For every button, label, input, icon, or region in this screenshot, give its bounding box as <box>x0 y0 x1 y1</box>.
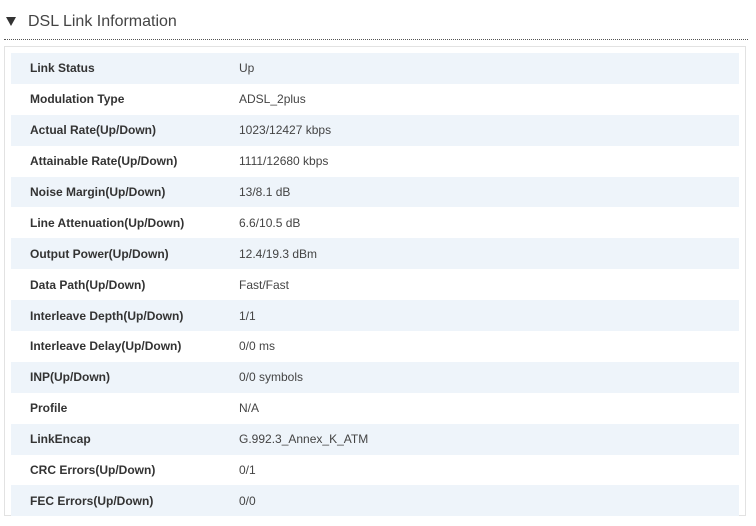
collapse-triangle-icon[interactable] <box>6 17 16 26</box>
table-row-attainable-rate: Attainable Rate(Up/Down) 1111/12680 kbps <box>11 145 739 177</box>
row-label: Profile <box>30 401 68 416</box>
row-value: N/A <box>239 401 260 416</box>
row-value: Fast/Fast <box>239 277 290 292</box>
row-label: FEC Errors(Up/Down) <box>30 493 154 508</box>
dsl-info-table: Link Status Up Modulation Type ADSL_2plu… <box>11 53 739 517</box>
row-value: 0/0 symbols <box>239 370 304 385</box>
table-row-fec-errors: FEC Errors(Up/Down) 0/0 <box>11 485 739 517</box>
row-value: 0/1 <box>239 463 256 478</box>
table-row-link-status: Link Status Up <box>11 53 739 84</box>
table-row-profile: Profile N/A <box>11 392 739 424</box>
row-label: Line Attenuation(Up/Down) <box>30 215 185 230</box>
table-row-line-attenuation: Line Attenuation(Up/Down) 6.6/10.5 dB <box>11 207 739 239</box>
row-value: 1/1 <box>239 308 256 323</box>
row-label: Noise Margin(Up/Down) <box>30 185 166 199</box>
table-row-interleave-delay: Interleave Delay(Up/Down) 0/0 ms <box>11 331 739 362</box>
row-label: INP(Up/Down) <box>30 370 110 385</box>
row-value: 0/0 ms <box>239 339 276 354</box>
row-label: Attainable Rate(Up/Down) <box>30 154 178 169</box>
section-header-dsl-link-info[interactable]: DSL Link Information <box>4 0 748 40</box>
row-value: 1023/12427 kbps <box>239 123 332 138</box>
row-label: Data Path(Up/Down) <box>30 277 146 292</box>
row-label: LinkEncap <box>30 432 91 447</box>
table-row-link-encap: LinkEncap G.992.3_Annex_K_ATM <box>11 423 739 455</box>
table-row-actual-rate: Actual Rate(Up/Down) 1023/12427 kbps <box>11 114 739 146</box>
row-label: Interleave Depth(Up/Down) <box>30 308 184 323</box>
table-row-inp: INP(Up/Down) 0/0 symbols <box>11 361 739 393</box>
row-value: 1111/12680 kbps <box>239 154 329 169</box>
table-row-noise-margin: Noise Margin(Up/Down) 13/8.1 dB <box>11 176 739 208</box>
row-value: 12.4/19.3 dBm <box>239 246 318 261</box>
row-value: Up <box>239 61 255 76</box>
row-label: Actual Rate(Up/Down) <box>30 123 156 138</box>
row-value: 0/0 <box>239 493 256 508</box>
row-value: ADSL_2plus <box>239 92 306 107</box>
table-row-crc-errors: CRC Errors(Up/Down) 0/1 <box>11 454 739 486</box>
row-label: Output Power(Up/Down) <box>30 246 169 261</box>
table-row-data-path: Data Path(Up/Down) Fast/Fast <box>11 269 739 301</box>
table-row-interleave-depth: Interleave Depth(Up/Down) 1/1 <box>11 300 739 332</box>
row-value: 13/8.1 dB <box>239 185 291 199</box>
row-label: CRC Errors(Up/Down) <box>30 463 156 478</box>
section-title: DSL Link Information <box>28 13 177 30</box>
row-label: Modulation Type <box>30 92 125 107</box>
dsl-info-panel: Link Status Up Modulation Type ADSL_2plu… <box>4 46 746 517</box>
row-value: 6.6/10.5 dB <box>239 215 301 230</box>
row-value: G.992.3_Annex_K_ATM <box>239 432 369 447</box>
table-row-output-power: Output Power(Up/Down) 12.4/19.3 dBm <box>11 238 739 270</box>
table-row-modulation-type: Modulation Type ADSL_2plus <box>11 83 739 115</box>
row-label: Link Status <box>30 61 95 76</box>
row-label: Interleave Delay(Up/Down) <box>30 339 182 354</box>
